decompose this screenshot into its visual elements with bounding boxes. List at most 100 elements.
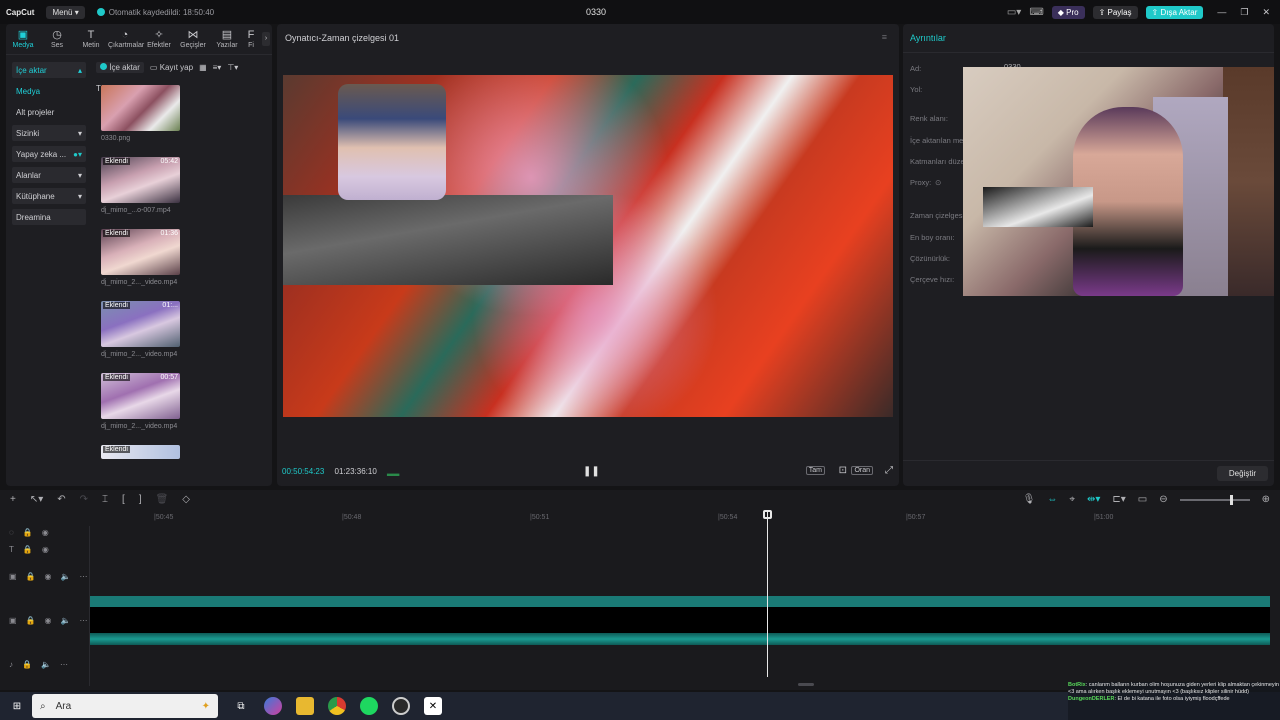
import-button[interactable]: İçe aktar xyxy=(96,61,144,73)
lock-icon[interactable]: 🔒 xyxy=(23,545,33,554)
marker-icon[interactable]: ◇ xyxy=(182,494,190,505)
layout-icon[interactable]: ▭▾ xyxy=(1007,7,1021,18)
visibility-icon[interactable]: ◉ xyxy=(45,616,52,625)
caption-icon[interactable]: ▭ xyxy=(1138,494,1147,505)
player-menu-icon[interactable]: ≡ xyxy=(882,32,887,42)
media-thumbnail[interactable]: Eklendi 05:42 xyxy=(101,157,180,203)
search-box[interactable]: ⌕ Ara ✦ xyxy=(32,694,218,718)
grid-view-icon[interactable]: ▦ xyxy=(199,63,207,72)
pause-button[interactable]: ❚❚ xyxy=(583,466,600,477)
menu-label: Menü xyxy=(52,7,73,17)
side-nav-ai[interactable]: Yapay zeka ... ●▾ xyxy=(12,146,86,162)
split-right-icon[interactable]: ] xyxy=(139,494,142,505)
delete-icon[interactable]: 🗑 xyxy=(156,494,169,505)
visibility-icon[interactable]: ◉ xyxy=(45,572,52,581)
mic-icon[interactable]: 🎙 xyxy=(1023,494,1036,505)
zoom-slider[interactable] xyxy=(1179,494,1250,505)
lock-icon[interactable]: 🔒 xyxy=(26,616,36,625)
visibility-icon[interactable]: ◉ xyxy=(42,545,49,554)
zoom-handle[interactable] xyxy=(1229,494,1233,505)
pip-overlay[interactable] xyxy=(338,84,446,200)
side-nav-spaces[interactable]: Alanlar ▾ xyxy=(12,167,86,183)
task-view-icon[interactable]: ⧉ xyxy=(232,697,250,715)
pro-button[interactable]: ◆ Pro xyxy=(1051,5,1085,19)
add-track-icon[interactable]: + xyxy=(10,494,16,505)
lock-icon[interactable]: 🔒 xyxy=(26,572,36,581)
audio-icon[interactable]: 🔈 xyxy=(61,572,71,581)
crop-icon[interactable]: ⊡ xyxy=(839,465,847,476)
select-tool-icon[interactable]: ↖▾ xyxy=(30,494,43,505)
audio-icon[interactable]: 🔈 xyxy=(41,660,51,669)
tab-transitions[interactable]: ⋈ Geçişler xyxy=(176,26,210,52)
minimize-icon[interactable]: — xyxy=(1217,7,1226,17)
audio-clip[interactable] xyxy=(90,633,1270,645)
side-nav-library[interactable]: Kütüphane ▾ xyxy=(12,188,86,204)
redo-icon[interactable]: ↷ xyxy=(80,494,88,505)
file-explorer-icon[interactable] xyxy=(296,697,314,715)
tab-stickers[interactable]: ◔ Çıkartmalar xyxy=(108,26,144,52)
tab-media[interactable]: ▣ Medya xyxy=(6,26,40,52)
full-button[interactable]: Tam xyxy=(805,466,825,475)
tabs-expand-button[interactable]: › xyxy=(262,32,270,46)
side-nav-media[interactable]: Medya xyxy=(12,83,86,99)
obs-icon[interactable] xyxy=(392,697,410,715)
ratio-button[interactable]: Oran xyxy=(851,466,873,475)
tab-audio[interactable]: ◷ Ses xyxy=(40,26,74,52)
video-clip[interactable] xyxy=(90,596,1270,607)
lock-icon[interactable]: 🔒 xyxy=(22,660,32,669)
more-icon[interactable]: ⋯ xyxy=(79,616,87,625)
undo-icon[interactable]: ↶ xyxy=(57,494,65,505)
lock-icon[interactable]: 🔒 xyxy=(23,528,33,537)
chevron-down-icon: ▾ xyxy=(77,191,82,201)
edge-icon[interactable] xyxy=(264,697,282,715)
media-icon: ▣ xyxy=(17,29,29,41)
tab-captions[interactable]: ▤ Yazılar xyxy=(210,26,244,52)
close-icon[interactable]: ✕ xyxy=(1262,7,1270,18)
zoom-in-icon[interactable]: ⊕ xyxy=(1262,494,1270,505)
spotify-icon[interactable] xyxy=(360,697,378,715)
capcut-icon[interactable]: ✕ xyxy=(424,697,442,715)
playhead[interactable] xyxy=(767,512,768,677)
audio-icon[interactable]: 🔈 xyxy=(61,616,71,625)
zoom-out-icon[interactable]: ⊖ xyxy=(1159,494,1167,505)
video-preview[interactable] xyxy=(283,75,893,417)
snap-icon[interactable]: ⌖ xyxy=(1069,494,1075,505)
shortcut-icon[interactable]: ⌨ xyxy=(1029,7,1043,18)
windows-start-icon[interactable]: ⊞ xyxy=(8,697,26,715)
media-thumbnail[interactable]: Eklendi 01:36 xyxy=(101,229,180,275)
preview-axis-icon[interactable]: ⊏▾ xyxy=(1112,494,1125,505)
black-clip[interactable] xyxy=(90,607,1270,633)
split-icon[interactable]: ⌶ xyxy=(102,494,108,505)
sort-icon[interactable]: ≡▾ xyxy=(213,63,222,72)
export-button[interactable]: ⇧ Dışa Aktar xyxy=(1145,5,1204,19)
side-nav-import[interactable]: İçe aktar ▴ xyxy=(12,62,86,78)
side-nav-subprojects[interactable]: Alt projeler xyxy=(12,104,86,120)
share-button[interactable]: ⇪ Paylaş xyxy=(1092,5,1138,19)
horizontal-scrollbar[interactable] xyxy=(798,683,814,686)
webcam-overlay xyxy=(963,67,1274,296)
visibility-icon[interactable]: ◉ xyxy=(42,528,49,537)
tabs-divider xyxy=(6,54,272,55)
filter-icon[interactable]: ⊤▾ xyxy=(227,63,238,72)
media-thumbnail[interactable]: Eklendi 00:57 xyxy=(101,373,180,419)
more-icon[interactable]: ⋯ xyxy=(79,572,87,581)
media-thumbnail[interactable]: Eklendi 01:... xyxy=(101,301,180,347)
side-nav-dreamina[interactable]: Dreamina xyxy=(12,209,86,225)
more-icon[interactable]: ⋯ xyxy=(60,660,68,669)
chrome-icon[interactable] xyxy=(328,697,346,715)
tab-effects[interactable]: ✧ Efektler xyxy=(142,26,176,52)
fullscreen-icon[interactable]: ⤢ xyxy=(885,465,893,476)
side-nav-yours[interactable]: Sizinki ▾ xyxy=(12,125,86,141)
magnet-icon[interactable]: ⇹▾ xyxy=(1087,494,1100,505)
record-button[interactable]: ▭ Kayıt yap xyxy=(150,63,193,72)
tab-text[interactable]: T Metin xyxy=(74,26,108,52)
split-left-icon[interactable]: [ xyxy=(122,494,125,505)
change-button[interactable]: Değiştir xyxy=(1216,466,1268,481)
media-thumbnail[interactable]: Eklendi xyxy=(101,445,180,459)
maximize-icon[interactable]: ❐ xyxy=(1240,7,1248,18)
media-thumbnail[interactable] xyxy=(101,85,180,131)
tab-filters[interactable]: F Fi xyxy=(244,26,258,52)
playhead-handle[interactable] xyxy=(763,510,772,519)
link-icon[interactable]: ⇔ xyxy=(1047,494,1057,505)
menu-button[interactable]: Menü ▾ xyxy=(46,5,85,19)
